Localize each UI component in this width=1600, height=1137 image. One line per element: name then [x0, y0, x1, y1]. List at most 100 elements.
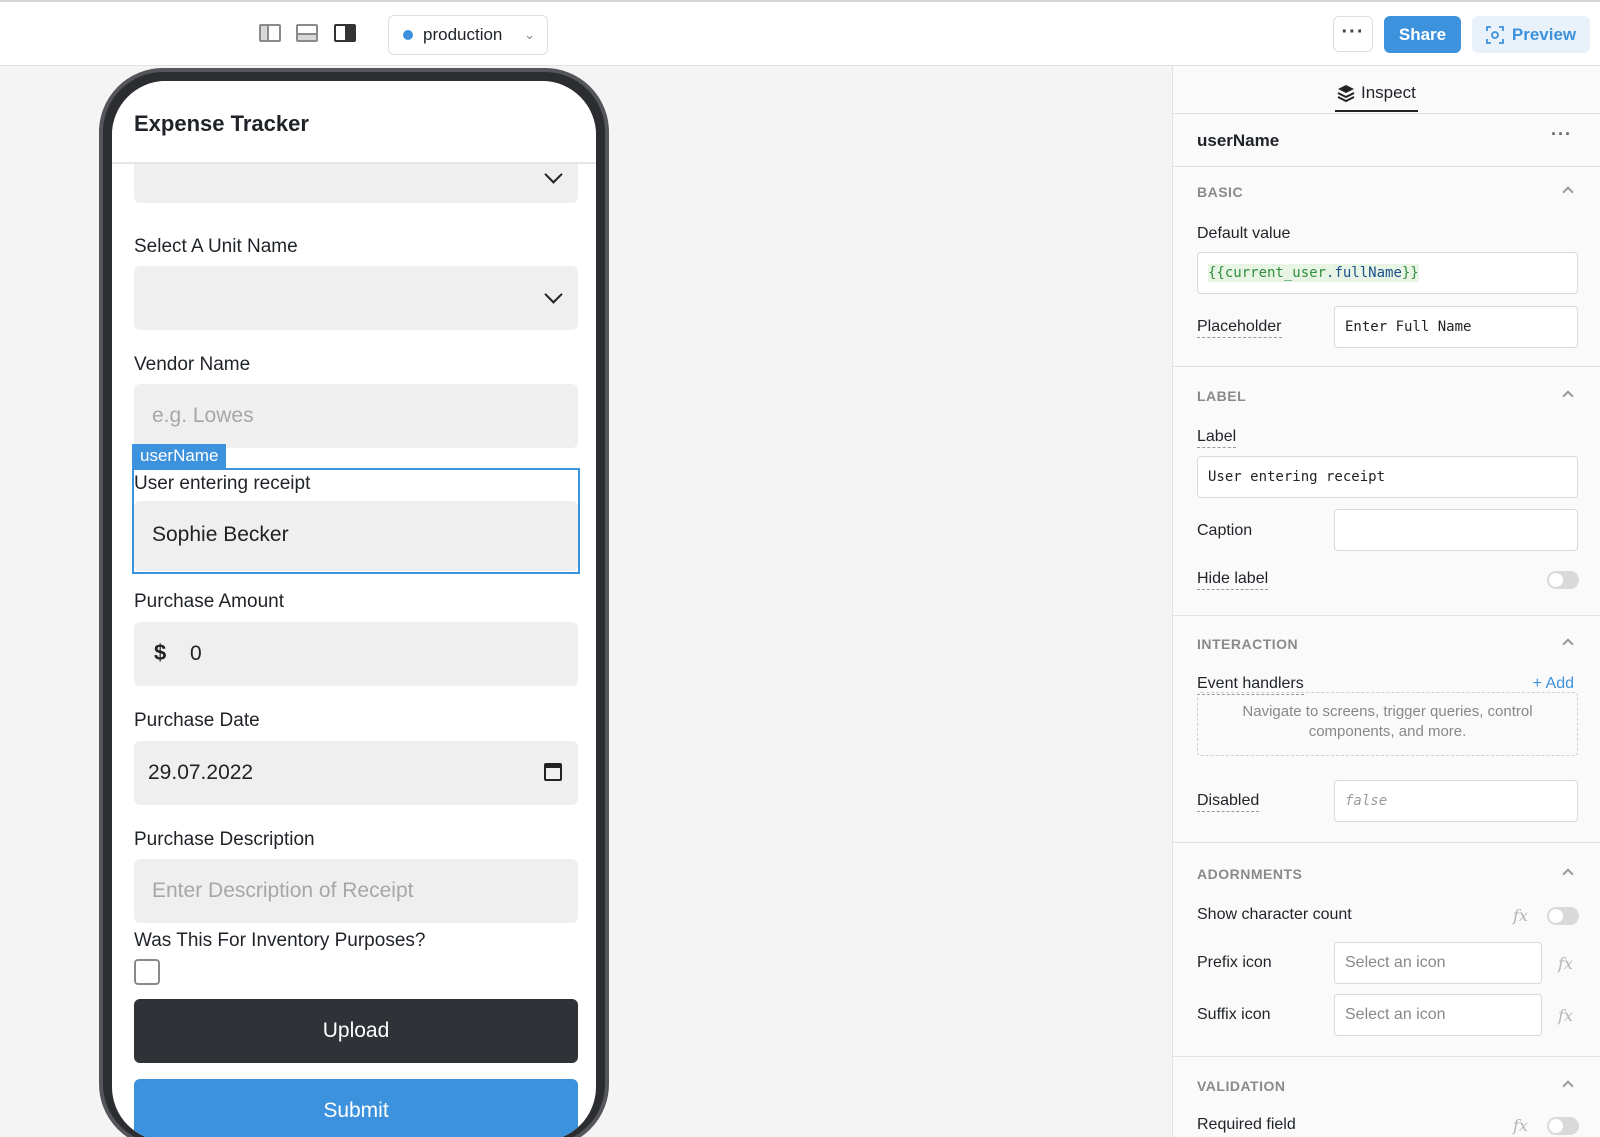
vendor-name-placeholder: e.g. Lowes: [152, 404, 254, 427]
show-character-count-label: Show character count: [1197, 906, 1352, 923]
purchase-date-label: Purchase Date: [134, 710, 260, 731]
vendor-name-input[interactable]: e.g. Lowes: [134, 384, 578, 448]
left-panel-toggle-icon[interactable]: [259, 24, 281, 42]
purchase-description-input[interactable]: Enter Description of Receipt: [134, 859, 578, 923]
unit-name-label: Select A Unit Name: [134, 236, 298, 257]
section-interaction-title[interactable]: INTERACTION: [1197, 636, 1298, 652]
purchase-amount-input[interactable]: $ 0: [134, 622, 578, 686]
upload-button[interactable]: Upload: [134, 999, 578, 1063]
default-value-property: .fullName: [1326, 264, 1402, 282]
mobile-screen: Expense Tracker Select A Unit Name Vendo…: [112, 81, 596, 1137]
fx-icon[interactable]: fx: [1558, 1006, 1573, 1025]
calendar-icon[interactable]: [544, 763, 562, 781]
section-adornments-title[interactable]: ADORNMENTS: [1197, 866, 1302, 882]
layers-icon: [1337, 85, 1355, 102]
purchase-amount-value: 0: [190, 642, 202, 665]
app-header: Expense Tracker: [112, 81, 596, 164]
required-field-label: Required field: [1197, 1116, 1296, 1133]
required-field-toggle[interactable]: [1547, 1117, 1579, 1135]
section-divider: [1173, 1056, 1600, 1057]
environment-status-dot: [403, 30, 413, 40]
submit-button[interactable]: Submit: [134, 1079, 578, 1137]
section-divider: [1173, 366, 1600, 367]
placeholder-value: Enter Full Name: [1345, 319, 1472, 335]
mobile-device-frame: Expense Tracker Select A Unit Name Vendo…: [99, 68, 609, 1137]
fx-icon[interactable]: fx: [1513, 906, 1528, 925]
preview-label: Preview: [1511, 24, 1577, 44]
section-label-title[interactable]: LABEL: [1197, 388, 1246, 404]
section-divider: [1173, 166, 1600, 167]
default-value-variable: current_user: [1224, 264, 1327, 282]
unit-name-select[interactable]: [134, 266, 578, 330]
section-divider: [1173, 615, 1600, 616]
purchase-date-value: 29.07.2022: [148, 761, 254, 784]
disabled-label: Disabled: [1197, 792, 1260, 812]
suffix-icon-placeholder: Select an icon: [1345, 1006, 1446, 1023]
inventory-purpose-label: Was This For Inventory Purposes?: [134, 930, 426, 951]
show-character-count-toggle[interactable]: [1547, 907, 1579, 925]
more-options-button[interactable]: ···: [1333, 16, 1373, 52]
environment-select[interactable]: production ⌄: [388, 15, 548, 55]
purchase-date-input[interactable]: 29.07.2022: [134, 741, 578, 805]
preview-icon: [1485, 25, 1504, 44]
prefix-icon-label: Prefix icon: [1197, 954, 1272, 971]
event-handlers-empty-state: Navigate to screens, trigger queries, co…: [1197, 692, 1578, 756]
chevron-down-icon: ⌄: [524, 27, 535, 42]
selected-component-tag[interactable]: userName: [132, 444, 227, 468]
fx-icon[interactable]: fx: [1513, 1116, 1528, 1135]
chevron-down-icon: [544, 165, 563, 184]
vendor-name-label: Vendor Name: [134, 354, 251, 375]
inventory-purpose-checkbox[interactable]: [134, 959, 160, 985]
section-divider: [1173, 842, 1600, 843]
user-entering-receipt-label: User entering receipt: [134, 473, 311, 494]
tab-inspect[interactable]: Inspect: [1335, 76, 1418, 112]
app-title: Expense Tracker: [134, 111, 309, 136]
chevron-up-icon[interactable]: [1562, 390, 1574, 402]
chevron-up-icon[interactable]: [1562, 1080, 1574, 1092]
disabled-input[interactable]: false: [1334, 780, 1578, 822]
user-name-input[interactable]: Sophie Becker: [134, 501, 578, 571]
hide-label-toggle[interactable]: [1547, 571, 1579, 589]
label-value: User entering receipt: [1208, 469, 1386, 485]
tab-divider: [1173, 113, 1600, 114]
default-value-input[interactable]: {{current_user .fullName}}: [1197, 252, 1578, 294]
dollar-icon: $: [154, 640, 167, 665]
prefix-icon-placeholder: Select an icon: [1345, 954, 1446, 971]
environment-label: production: [423, 25, 503, 44]
chevron-up-icon[interactable]: [1562, 868, 1574, 880]
preview-button[interactable]: Preview: [1472, 16, 1590, 53]
caption-input[interactable]: [1334, 509, 1578, 551]
top-toolbar: production ⌄ ··· Share Preview: [0, 0, 1600, 66]
chevron-up-icon[interactable]: [1562, 638, 1574, 650]
purchase-amount-label: Purchase Amount: [134, 591, 284, 612]
default-value-label: Default value: [1197, 225, 1291, 242]
default-value-close-brace: }}: [1401, 264, 1419, 282]
section-basic-title[interactable]: BASIC: [1197, 184, 1243, 200]
purchase-description-placeholder: Enter Description of Receipt: [152, 879, 414, 902]
component-name[interactable]: userName: [1197, 131, 1279, 151]
purchase-description-label: Purchase Description: [134, 829, 315, 850]
tab-inspect-label: Inspect: [1361, 83, 1416, 102]
caption-label: Caption: [1197, 522, 1253, 539]
add-event-handler-button[interactable]: + Add: [1533, 675, 1574, 693]
user-name-value: Sophie Becker: [152, 523, 289, 546]
prefix-icon-select[interactable]: Select an icon: [1334, 942, 1542, 984]
hide-label-label: Hide label: [1197, 570, 1269, 590]
default-value-open-brace: {{: [1208, 264, 1225, 282]
suffix-icon-label: Suffix icon: [1197, 1006, 1271, 1023]
bottom-panel-toggle-icon[interactable]: [296, 24, 318, 42]
fx-icon[interactable]: fx: [1558, 954, 1573, 973]
label-field-label: Label: [1197, 428, 1237, 448]
right-panel-toggle-icon[interactable]: [334, 24, 356, 42]
chevron-down-icon: [544, 285, 563, 304]
label-input[interactable]: User entering receipt: [1197, 456, 1578, 498]
share-button[interactable]: Share: [1384, 16, 1461, 53]
placeholder-input[interactable]: Enter Full Name: [1334, 306, 1578, 348]
suffix-icon-select[interactable]: Select an icon: [1334, 994, 1542, 1036]
inspector-panel: Inspect userName ··· BASIC Default value…: [1172, 66, 1600, 1137]
placeholder-label: Placeholder: [1197, 318, 1282, 338]
chevron-up-icon[interactable]: [1562, 186, 1574, 198]
section-validation-title[interactable]: VALIDATION: [1197, 1078, 1285, 1094]
component-more-button[interactable]: ···: [1551, 124, 1572, 145]
disabled-value: false: [1345, 793, 1388, 809]
